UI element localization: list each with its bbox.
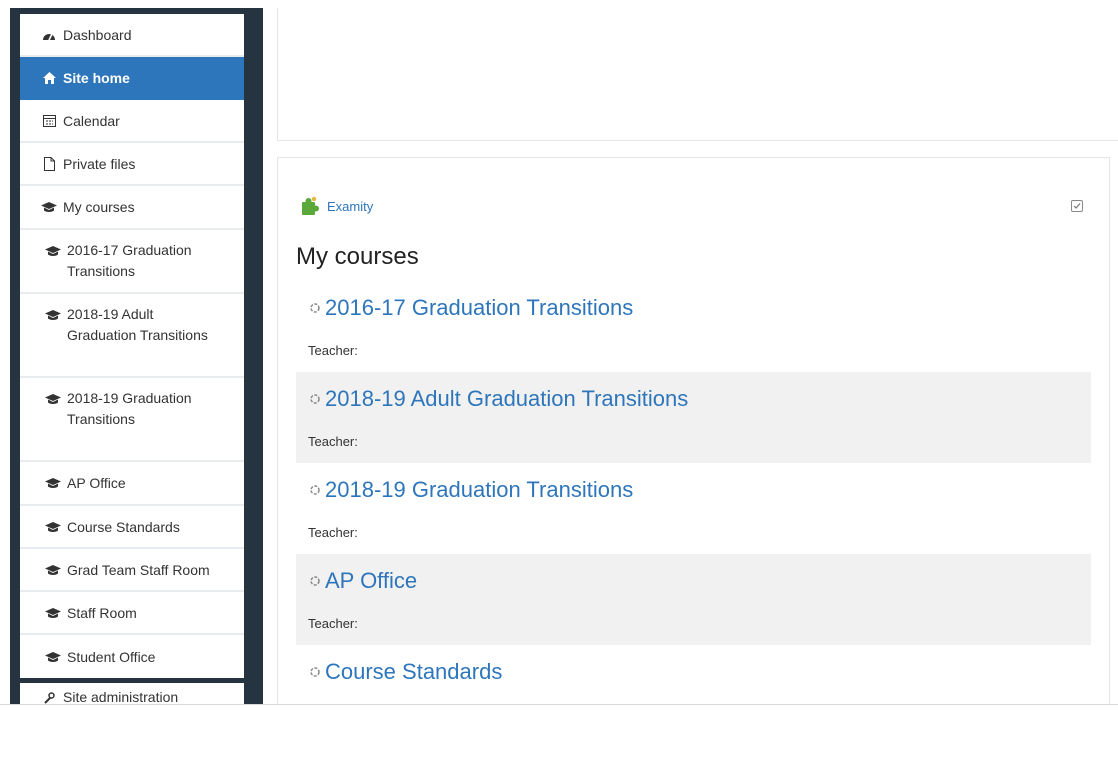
file-icon [40,156,58,171]
navigation-drawer: Dashboard Site home Calendar Private fil… [20,14,244,678]
top-block [277,8,1118,141]
nav-course-grad-team-staff-room[interactable]: Grad Team Staff Room [20,549,244,592]
nav-course-label: 2016-17 Graduation Transitions [67,242,192,279]
course-icon [308,301,322,315]
nav-item-label: Calendar [63,112,120,129]
course-link[interactable]: 2018-19 Graduation Transitions [308,477,633,503]
nav-course-label: Staff Room [67,604,137,621]
nav-course-label: AP Office [67,475,126,491]
examity-link[interactable]: Examity [300,196,373,216]
wrench-icon [40,691,58,705]
course-link[interactable]: 2018-19 Adult Graduation Transitions [308,386,688,412]
course-item: AP Office Teacher: [296,554,1091,645]
graduation-cap-icon [44,650,62,664]
course-link[interactable]: AP Office [308,568,417,594]
nav-course-2018-19-graduation-transitions[interactable]: 2018-19 Graduation Transitions [20,378,244,462]
home-icon [40,71,58,85]
nav-item-label: Site home [63,69,130,86]
main-content: Examity My courses 2016-17 Graduation Tr… [277,157,1110,705]
course-item: 2018-19 Adult Graduation Transitions Tea… [296,372,1091,463]
course-icon [308,574,322,588]
course-item: 2016-17 Graduation Transitions Teacher: [296,281,1091,372]
nav-course-label: 2018-19 Graduation Transitions [67,390,192,427]
teacher-label: Teacher: [308,343,358,358]
course-title: AP Office [325,568,418,593]
course-icon [308,483,322,497]
nav-item-calendar[interactable]: Calendar [20,100,244,143]
course-title: 2018-19 Adult Graduation Transitions [325,386,689,411]
nav-course-staff-room[interactable]: Staff Room [20,592,244,635]
course-icon [308,665,322,679]
nav-item-my-courses[interactable]: My courses [20,186,244,230]
completion-checkbox[interactable] [1071,200,1083,212]
course-title: 2016-17 Graduation Transitions [325,295,634,320]
nav-item-label: Dashboard [63,26,132,43]
course-link[interactable]: 2016-17 Graduation Transitions [308,295,633,321]
nav-course-label: 2018-19 Adult Graduation Transitions [67,306,208,343]
nav-item-label: My courses [63,199,135,215]
nav-course-ap-office[interactable]: AP Office [20,462,244,506]
nav-course-2016-17-graduation-transitions[interactable]: 2016-17 Graduation Transitions [20,230,244,294]
nav-item-site-administration[interactable]: Site administration [20,683,244,705]
graduation-cap-icon [44,244,62,258]
graduation-cap-icon [44,308,62,322]
teacher-label: Teacher: [308,616,358,631]
graduation-cap-icon [44,606,62,620]
nav-item-label: Private files [63,155,136,172]
section-title: My courses [296,243,419,270]
puzzle-piece-icon [300,196,322,216]
dashboard-icon [40,28,58,42]
nav-course-course-standards[interactable]: Course Standards [20,506,244,549]
graduation-cap-icon [44,520,62,534]
graduation-cap-icon [40,200,58,214]
navigation-admin: Site administration [20,683,244,705]
nav-item-label: Site administration [63,689,179,705]
nav-course-label: Course Standards [67,518,180,535]
graduation-cap-icon [44,563,62,577]
teacher-label: Teacher: [308,525,358,540]
nav-course-label: Grad Team Staff Room [67,561,210,578]
course-icon [308,392,322,406]
course-link[interactable]: Course Standards [308,659,502,685]
graduation-cap-icon [44,476,62,490]
nav-course-2018-19-adult-graduation-transitions[interactable]: 2018-19 Adult Graduation Transitions [20,294,244,378]
nav-item-dashboard[interactable]: Dashboard [20,14,244,57]
nav-item-private-files[interactable]: Private files [20,143,244,186]
course-item: 2018-19 Graduation Transitions Teacher: [296,463,1091,554]
course-title: 2018-19 Graduation Transitions [325,477,634,502]
graduation-cap-icon [44,392,62,406]
course-item: Course Standards [296,645,1091,705]
course-title: Course Standards [325,659,503,684]
page-bottom-border [0,704,1118,705]
nav-course-label: Student Office [67,648,156,665]
teacher-label: Teacher: [308,434,358,449]
calendar-icon [40,114,58,128]
nav-item-site-home[interactable]: Site home [20,57,244,100]
examity-label: Examity [327,198,374,214]
nav-course-student-office[interactable]: Student Office [20,635,244,678]
